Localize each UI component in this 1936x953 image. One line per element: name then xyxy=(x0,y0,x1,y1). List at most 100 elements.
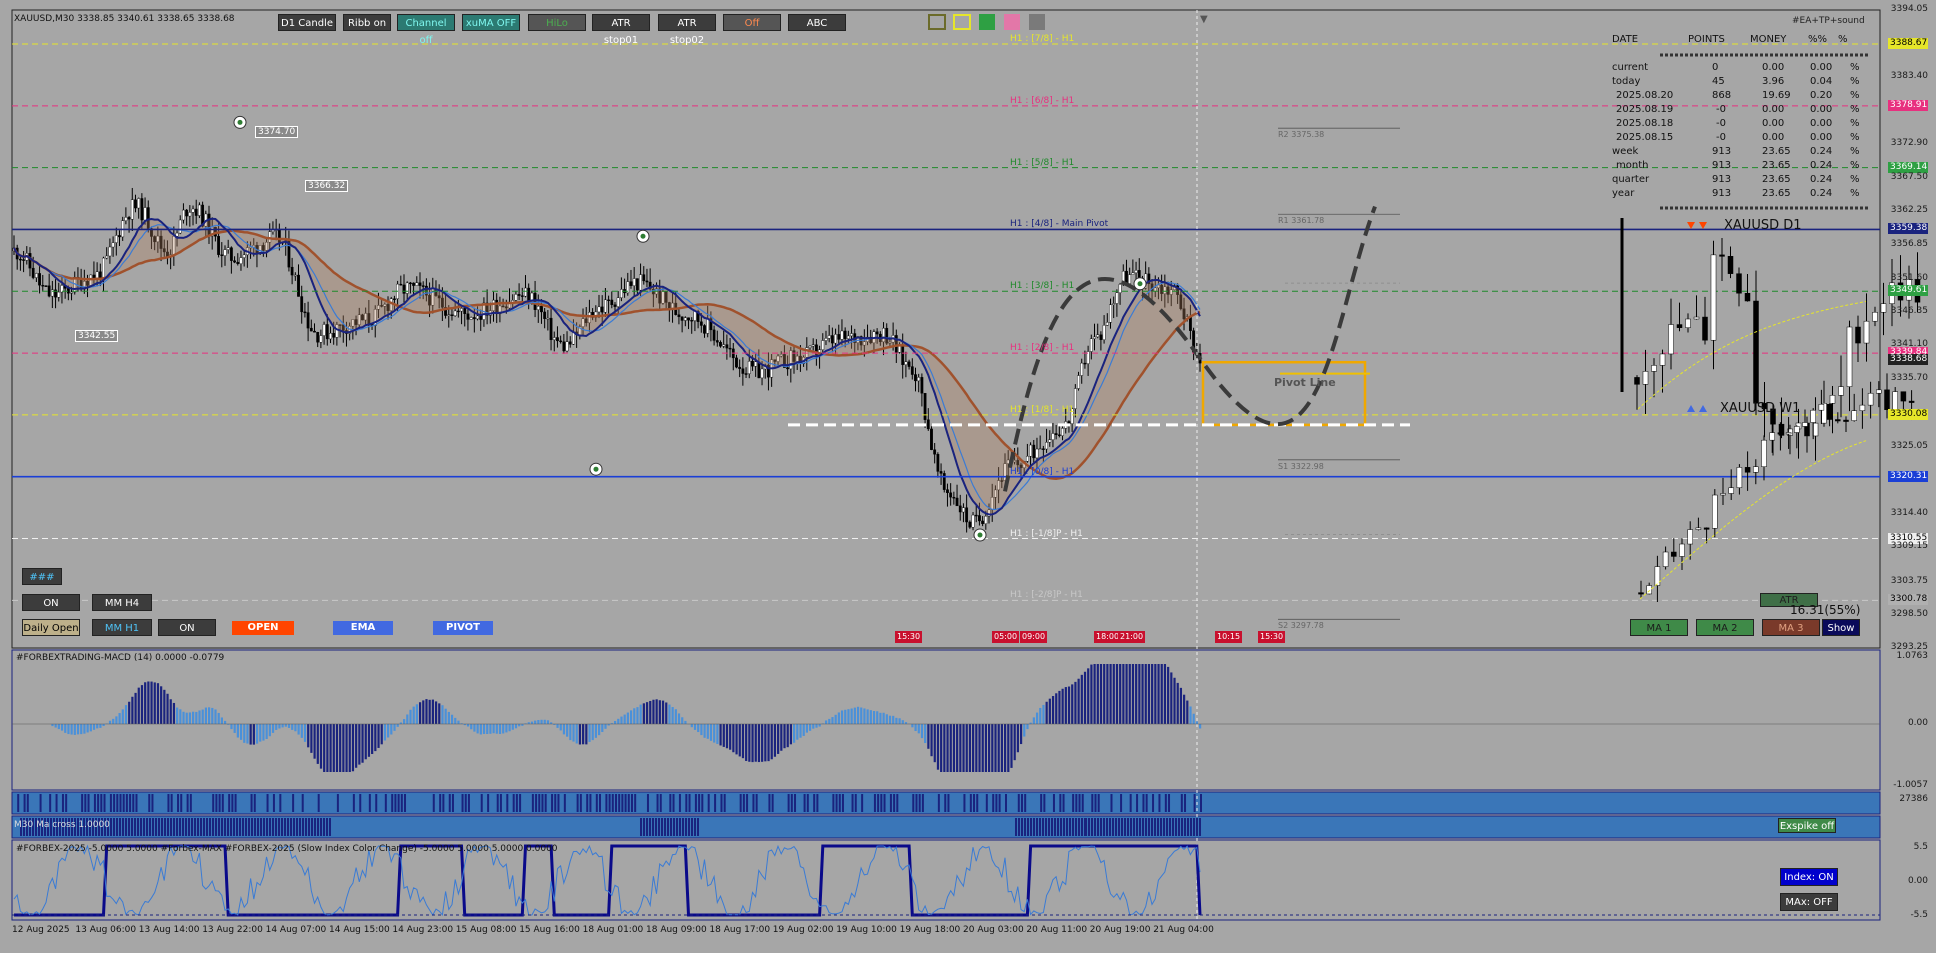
macd-bar xyxy=(489,724,492,734)
ma2-button[interactable]: MA 2 xyxy=(1696,619,1754,636)
swatch-green[interactable] xyxy=(979,14,995,30)
macd-bar xyxy=(470,724,473,730)
strip2-bar xyxy=(649,818,651,836)
top-button-ribb-on[interactable]: Ribb on xyxy=(343,14,391,31)
macd-bar xyxy=(415,704,418,724)
strip1-bar xyxy=(976,794,979,812)
strip1-bar xyxy=(685,794,688,812)
mm-h1-button[interactable]: MM H1 xyxy=(92,619,152,636)
candle-body xyxy=(520,295,524,297)
candle-body xyxy=(747,361,751,374)
candle-body xyxy=(34,273,38,278)
swatch-grey[interactable] xyxy=(1029,14,1045,30)
murrey-label: H1 : [7/8] - H1 xyxy=(1010,34,1075,45)
open-button[interactable]: OPEN xyxy=(232,621,294,635)
max-button[interactable]: MAx: OFF xyxy=(1780,893,1838,911)
strip2-bar xyxy=(299,818,301,836)
strip2-bar xyxy=(233,818,235,836)
macd-bar xyxy=(64,724,67,733)
strip2-bar xyxy=(1024,818,1026,836)
strip1-bar xyxy=(116,794,119,812)
d1-candle-body xyxy=(1744,292,1751,302)
candle-body xyxy=(1051,433,1055,440)
w1-candle-body xyxy=(1638,592,1644,595)
pivot-button[interactable]: PIVOT xyxy=(433,621,493,635)
strip2-bar xyxy=(1184,818,1186,836)
strip2-bar xyxy=(1118,818,1120,836)
strip2-bar xyxy=(1036,818,1038,836)
time-tick: 14 Aug 15:00 xyxy=(329,925,390,935)
macd-axis-top: 1.0763 xyxy=(1896,651,1929,661)
stats-cell: % xyxy=(1850,160,1860,171)
on-button-1[interactable]: ON xyxy=(22,594,80,611)
macd-bar xyxy=(633,708,636,724)
candle-body xyxy=(965,507,969,523)
shift-marker-icon[interactable]: ▼ xyxy=(1200,14,1208,25)
macd-bar xyxy=(636,707,639,724)
candle-body xyxy=(680,316,684,321)
hash-button[interactable]: ### xyxy=(22,568,62,585)
top-button-channel-off[interactable]: Channel off xyxy=(397,14,455,46)
daily-open-button[interactable]: Daily Open xyxy=(22,619,80,636)
ema-button[interactable]: EMA xyxy=(333,621,393,635)
top-button-abc[interactable]: ABC xyxy=(788,14,846,31)
top-button-d1-candle[interactable]: D1 Candle xyxy=(278,14,336,31)
strip1-bar xyxy=(768,794,771,812)
strip1-bar xyxy=(921,794,924,812)
macd-axis-zero: 0.00 xyxy=(1907,718,1928,728)
ea-label: #EA+TP+sound xyxy=(1792,16,1865,26)
macd-bar xyxy=(725,724,729,749)
index-button[interactable]: Index: ON xyxy=(1780,868,1838,886)
on-button-2[interactable]: ON xyxy=(158,619,216,636)
strip1-bar xyxy=(646,794,649,812)
top-button-atr-stop01[interactable]: ATR stop01 xyxy=(592,14,650,46)
macd-bar xyxy=(355,724,358,768)
macd-bar xyxy=(895,717,898,724)
stats-cell: 19.69 xyxy=(1762,90,1791,101)
strip2-bar xyxy=(646,818,648,836)
w1-candle-body xyxy=(1900,391,1907,402)
macd-bar xyxy=(770,724,773,760)
macd-bar xyxy=(729,724,732,750)
top-button-off[interactable]: Off xyxy=(723,14,781,31)
price-axis-label: 3383.40 xyxy=(1890,71,1928,82)
macd-bar xyxy=(1135,664,1138,724)
macd-bar xyxy=(521,724,524,726)
forbex-axis-top: 5.5 xyxy=(1913,842,1928,852)
strip2-bar xyxy=(161,818,163,836)
show-button[interactable]: Show xyxy=(1822,619,1860,636)
forbex-axis-zero: 0.00 xyxy=(1907,876,1928,886)
candle-body xyxy=(524,287,527,297)
strip1-bar xyxy=(896,794,899,812)
top-button-xuma-off[interactable]: xuMA OFF xyxy=(462,14,520,31)
price-axis-label: 3351.60 xyxy=(1890,272,1928,283)
macd-bar xyxy=(751,724,754,763)
ma3-button[interactable]: MA 3 xyxy=(1762,619,1820,636)
mm-h4-button[interactable]: MM H4 xyxy=(92,594,152,611)
top-button-atr-stop02[interactable]: ATR stop02 xyxy=(658,14,716,46)
macd-bar xyxy=(920,724,924,739)
strip2-bar xyxy=(275,818,277,836)
swatch-pink[interactable] xyxy=(1004,14,1020,30)
strip1-bar xyxy=(499,794,502,812)
stats-cell: 0.24 xyxy=(1810,160,1833,171)
ma1-button[interactable]: MA 1 xyxy=(1630,619,1688,636)
strip1-bar xyxy=(359,794,362,812)
candle-body xyxy=(332,333,336,338)
strip1-bar xyxy=(551,794,554,812)
strip2-bar xyxy=(227,818,229,836)
w1-candle-body xyxy=(1654,566,1661,586)
top-button-hilo[interactable]: HiLo xyxy=(528,14,586,31)
strip1-bar xyxy=(87,794,90,812)
price-axis-label: 3372.90 xyxy=(1890,137,1928,148)
macd-bar xyxy=(156,683,160,724)
macd-bar xyxy=(879,712,882,724)
macd-bar xyxy=(722,724,725,747)
strip2-bar xyxy=(1139,818,1141,836)
exspike-button[interactable]: Exspike off xyxy=(1778,818,1836,833)
swatch-olive[interactable] xyxy=(928,14,946,30)
strip1-bar xyxy=(167,794,170,812)
swatch-yellow[interactable] xyxy=(953,14,971,30)
strip1-bar xyxy=(672,794,675,812)
candle-body xyxy=(677,314,681,318)
